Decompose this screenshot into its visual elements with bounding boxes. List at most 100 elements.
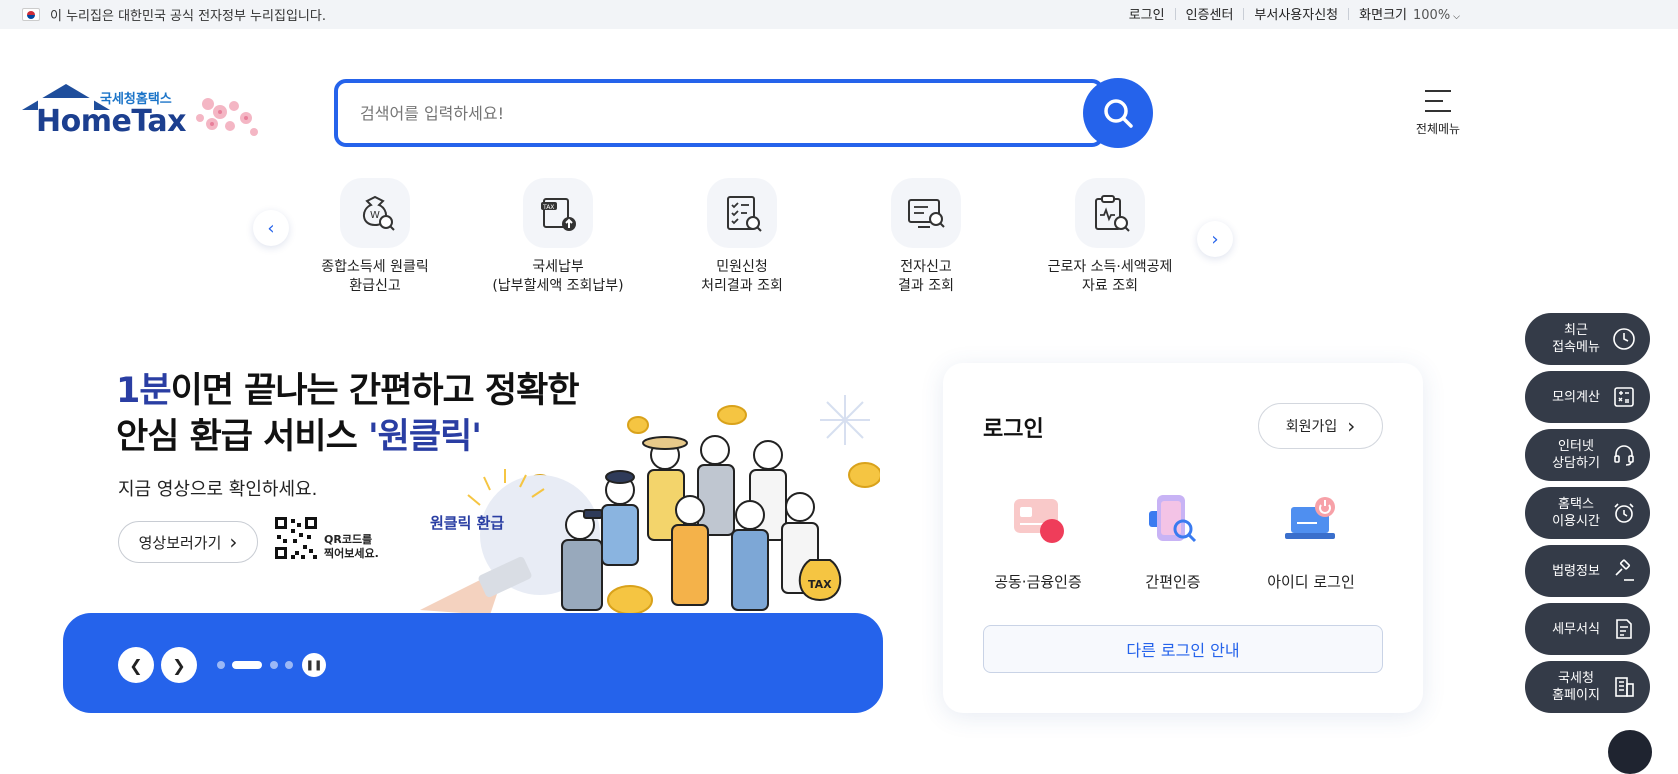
side-label-line1: 최근 (1564, 323, 1588, 338)
chevron-right-icon: › (229, 530, 238, 554)
hometax-logo[interactable]: 국세청홈택스 HomeTax (22, 84, 272, 144)
quick-item-line2: (납부할세액 조회납부) (492, 278, 624, 294)
divider (1348, 7, 1350, 20)
zoom-control[interactable]: 화면크기 100% ⌵ (1359, 4, 1460, 23)
badge-text: 원클릭 환급 (430, 514, 504, 532)
side-service-hours-button[interactable]: 홈택스이용시간 (1525, 487, 1650, 539)
quick-item-line2: 결과 조회 (898, 278, 954, 294)
login-title: 로그인 (983, 417, 1044, 442)
quick-prev-button[interactable]: ‹ (253, 210, 289, 246)
side-label-line1: 법령정보 (1552, 563, 1600, 579)
banner-next-button[interactable]: ❯ (161, 647, 197, 683)
quick-item-line2: 환급신고 (349, 278, 401, 294)
signup-button[interactable]: 회원가입 › (1258, 403, 1383, 449)
watch-video-button[interactable]: 영상보러가기 › (118, 521, 258, 563)
quick-item-line1: 근로자 소득·세액공제 (1047, 259, 1173, 275)
refund-people-illustration: 원클릭 환급 TAX (420, 395, 880, 615)
banner-page-dot[interactable] (217, 661, 225, 669)
side-label-line2: 홈페이지 (1552, 688, 1600, 703)
side-label-line1: 홈택스 (1558, 497, 1594, 512)
qr-caption-line2: 찍어보세요. (324, 547, 379, 560)
chevron-right-icon: › (1211, 228, 1219, 250)
side-nts-homepage-button[interactable]: 국세청홈페이지 (1525, 661, 1650, 713)
quick-item-line1: 전자신고 (900, 259, 952, 275)
side-label-line2: 이용시간 (1552, 514, 1600, 529)
certificate-icon (1014, 499, 1064, 543)
id-login-option[interactable]: 아이디 로그인 (1246, 493, 1376, 592)
banner-page-dot[interactable] (270, 661, 278, 669)
banner-prev-button[interactable]: ❮ (118, 647, 154, 683)
side-label-line1: 모의계산 (1552, 389, 1600, 405)
side-label-line2: 상담하기 (1552, 456, 1600, 471)
side-label-line1: 세무서식 (1552, 621, 1600, 637)
chevron-right-icon: › (1347, 414, 1356, 438)
quick-next-button[interactable]: › (1197, 221, 1233, 257)
all-menu-button[interactable]: 전체메뉴 (1412, 90, 1464, 137)
svg-text:TAX: TAX (542, 204, 554, 211)
side-mock-calc-button[interactable]: 모의계산 (1525, 371, 1650, 423)
quick-item-income-tax-refund[interactable]: W 종합소득세 원클릭 환급신고 (300, 178, 450, 296)
korea-flag-icon (22, 8, 40, 21)
scroll-top-button[interactable] (1608, 730, 1652, 774)
quick-item-worker-deduction[interactable]: 근로자 소득·세액공제자료 조회 (1035, 178, 1185, 296)
banner-pause-button[interactable]: ❚❚ (302, 653, 326, 677)
utility-links: 로그인 인증센터 부서사용자신청 화면크기 100% ⌵ (1129, 4, 1460, 23)
monitor-search-icon (891, 178, 961, 248)
search-icon (1104, 99, 1133, 128)
pause-icon: ❚❚ (305, 659, 323, 671)
side-recent-menu-button[interactable]: 최근 접속메뉴 (1525, 313, 1650, 365)
id-login-label: 아이디 로그인 (1267, 573, 1355, 591)
side-tax-forms-button[interactable]: 세무서식 (1525, 603, 1650, 655)
quick-item-line1: 국세납부 (532, 259, 584, 275)
qr-code-icon (273, 515, 319, 561)
side-internet-consult-button[interactable]: 인터넷 상담하기 (1525, 429, 1650, 481)
search-button[interactable] (1083, 78, 1153, 148)
divider (1174, 7, 1176, 20)
login-link[interactable]: 로그인 (1129, 4, 1165, 23)
banner-page-dot-active[interactable] (232, 661, 262, 669)
qr-caption-line1: QR코드를 (324, 533, 373, 546)
chevron-down-icon: ⌵ (1453, 12, 1460, 22)
alarm-icon (1614, 503, 1634, 523)
logo-title: HomeTax (36, 104, 187, 139)
other-login-guide-button[interactable]: 다른 로그인 안내 (983, 625, 1383, 673)
quick-item-line2: 자료 조회 (1082, 278, 1138, 294)
svg-text:W: W (370, 210, 380, 221)
dept-user-apply-link[interactable]: 부서사용자신청 (1254, 4, 1338, 23)
side-label-line1: 국세청 (1558, 671, 1594, 686)
gov-notice: 이 누리집은 대한민국 공식 전자정부 누리집입니다. (22, 5, 326, 24)
quick-item-line1: 민원신청 (716, 259, 768, 275)
cert-center-link[interactable]: 인증센터 (1186, 4, 1234, 23)
banner-subtitle: 지금 영상으로 확인하세요. (118, 479, 318, 500)
quick-item-line2: 처리결과 조회 (701, 278, 783, 294)
zoom-label: 화면크기 (1359, 8, 1407, 23)
bag-text: TAX (808, 578, 832, 591)
cert-login-option[interactable]: 공동·금융인증 (973, 493, 1103, 592)
login-card: 로그인 회원가입 › 공동·금융인증 간편인증 아이디 로그인 다른 로그인 안… (943, 363, 1423, 713)
checklist-search-icon (707, 178, 777, 248)
simple-auth-icon (1149, 495, 1197, 543)
gavel-icon (1615, 559, 1634, 581)
all-menu-label: 전체메뉴 (1415, 122, 1461, 136)
search-box (334, 79, 1104, 147)
chevron-left-icon: ❮ (129, 655, 143, 675)
side-law-info-button[interactable]: 법령정보 (1525, 545, 1650, 597)
watch-video-label: 영상보러가기 (138, 533, 222, 552)
simple-auth-option[interactable]: 간편인증 (1108, 493, 1238, 592)
hamburger-icon (1425, 90, 1451, 112)
id-login-icon (1285, 497, 1335, 539)
zoom-value: 100% (1413, 8, 1451, 23)
tax-document-upload-icon: TAX (523, 178, 593, 248)
banner-page-dot[interactable] (285, 661, 293, 669)
search-input[interactable] (360, 99, 1040, 127)
divider (1243, 7, 1245, 20)
quick-item-civil-result[interactable]: 민원신청처리결과 조회 (667, 178, 817, 296)
cert-login-label: 공동·금융인증 (994, 573, 1082, 591)
qr-caption: QR코드를 찍어보세요. (324, 533, 379, 561)
form-icon (1616, 619, 1632, 639)
cherry-blossom-icon (196, 98, 258, 136)
banner-title-accent: 1분 (116, 371, 172, 411)
quick-item-efiling-result[interactable]: 전자신고결과 조회 (851, 178, 1001, 296)
quick-item-tax-payment[interactable]: TAX 국세납부 (납부할세액 조회납부) (483, 178, 633, 296)
money-bag-search-icon: W (340, 178, 410, 248)
